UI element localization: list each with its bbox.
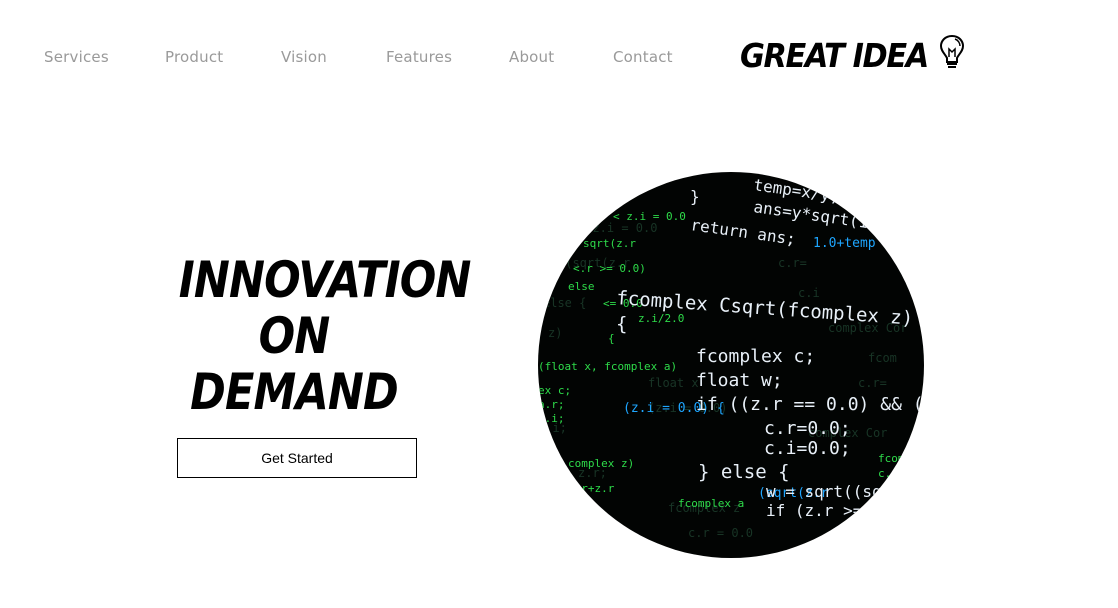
svg-text:fcom: fcom [868,351,897,365]
svg-text:<.r >= 0.0): <.r >= 0.0) [573,262,646,275]
code-line: if (z.r >= 0.0) [766,501,911,520]
get-started-button[interactable]: Get Started [177,438,417,478]
nav-link-features[interactable]: Features [386,48,452,66]
svg-text:float x: float x [648,376,699,390]
lightbulb-icon [938,33,966,75]
code-line: float w; [696,370,783,391]
svg-text:a.r;: a.r; [538,398,565,411]
svg-text:else {: else { [543,296,586,310]
svg-text:else: else [568,280,595,293]
site-logo[interactable]: GREAT IDEA [740,33,966,75]
nav-link-about[interactable]: About [509,48,554,66]
code-image: < z.i = 0.0 ((sqrt(z.r else { z) c.r= c.… [538,172,924,558]
svg-text:c.i=: c.i= [878,467,905,480]
nav-link-contact[interactable]: Contact [613,48,673,66]
svg-text:fcomplex a: fcomplex a [678,497,744,510]
svg-text:1.0+temp: 1.0+temp [813,236,876,251]
code-image-svg: < z.i = 0.0 ((sqrt(z.r else { z) c.r= c.… [538,175,924,540]
code-line: } [690,187,700,206]
code-line: } else { [698,461,790,483]
svg-text:complex z): complex z) [568,457,634,470]
svg-text:z.i/2.0: z.i/2.0 [638,312,684,325]
svg-text:ex c;: ex c; [538,384,571,397]
svg-text:(float x, fcomplex a): (float x, fcomplex a) [538,360,677,373]
svg-text:fcom: fcom [878,452,905,465]
nav-link-services[interactable]: Services [44,48,109,66]
code-line: return ans; [689,215,797,249]
svg-text:c.r=: c.r= [858,376,887,390]
code-line: if ((z.r == 0.0) && (z.i == 0.0) { [696,394,924,415]
svg-text:z): z) [548,326,562,340]
svg-text:c.r=: c.r= [778,256,807,270]
svg-text:< z.i = 0.0: < z.i = 0.0 [578,221,657,235]
nav-link-vision[interactable]: Vision [281,48,327,66]
svg-text:sqrt(z.r: sqrt(z.r [583,237,636,250]
code-line: { [616,313,627,335]
logo-text: GREAT IDEA [740,36,929,75]
code-line: fcomplex c; [696,346,815,367]
hero-title-line: INNOVATION [178,251,472,309]
svg-text:a.i;: a.i; [538,412,565,425]
svg-text:c.r = 0.0: c.r = 0.0 [688,526,753,540]
svg-text:z.r+z.r: z.r+z.r [568,482,615,495]
hero-title: INNOVATION ON DEMAND [160,251,472,421]
code-line: c.i=0.0; [764,438,851,459]
hero-title-line: ON [258,307,331,365]
code-line: c.r=0.0; [764,418,851,439]
code-line: w = sqrt((sqrt(z.r [766,482,924,501]
nav-link-product[interactable]: Product [165,48,223,66]
svg-text:< z.i = 0.0: < z.i = 0.0 [613,210,686,223]
svg-text:{: { [608,332,615,345]
svg-text:c.i: c.i [798,286,820,300]
hero-title-line: DEMAND [190,363,399,421]
